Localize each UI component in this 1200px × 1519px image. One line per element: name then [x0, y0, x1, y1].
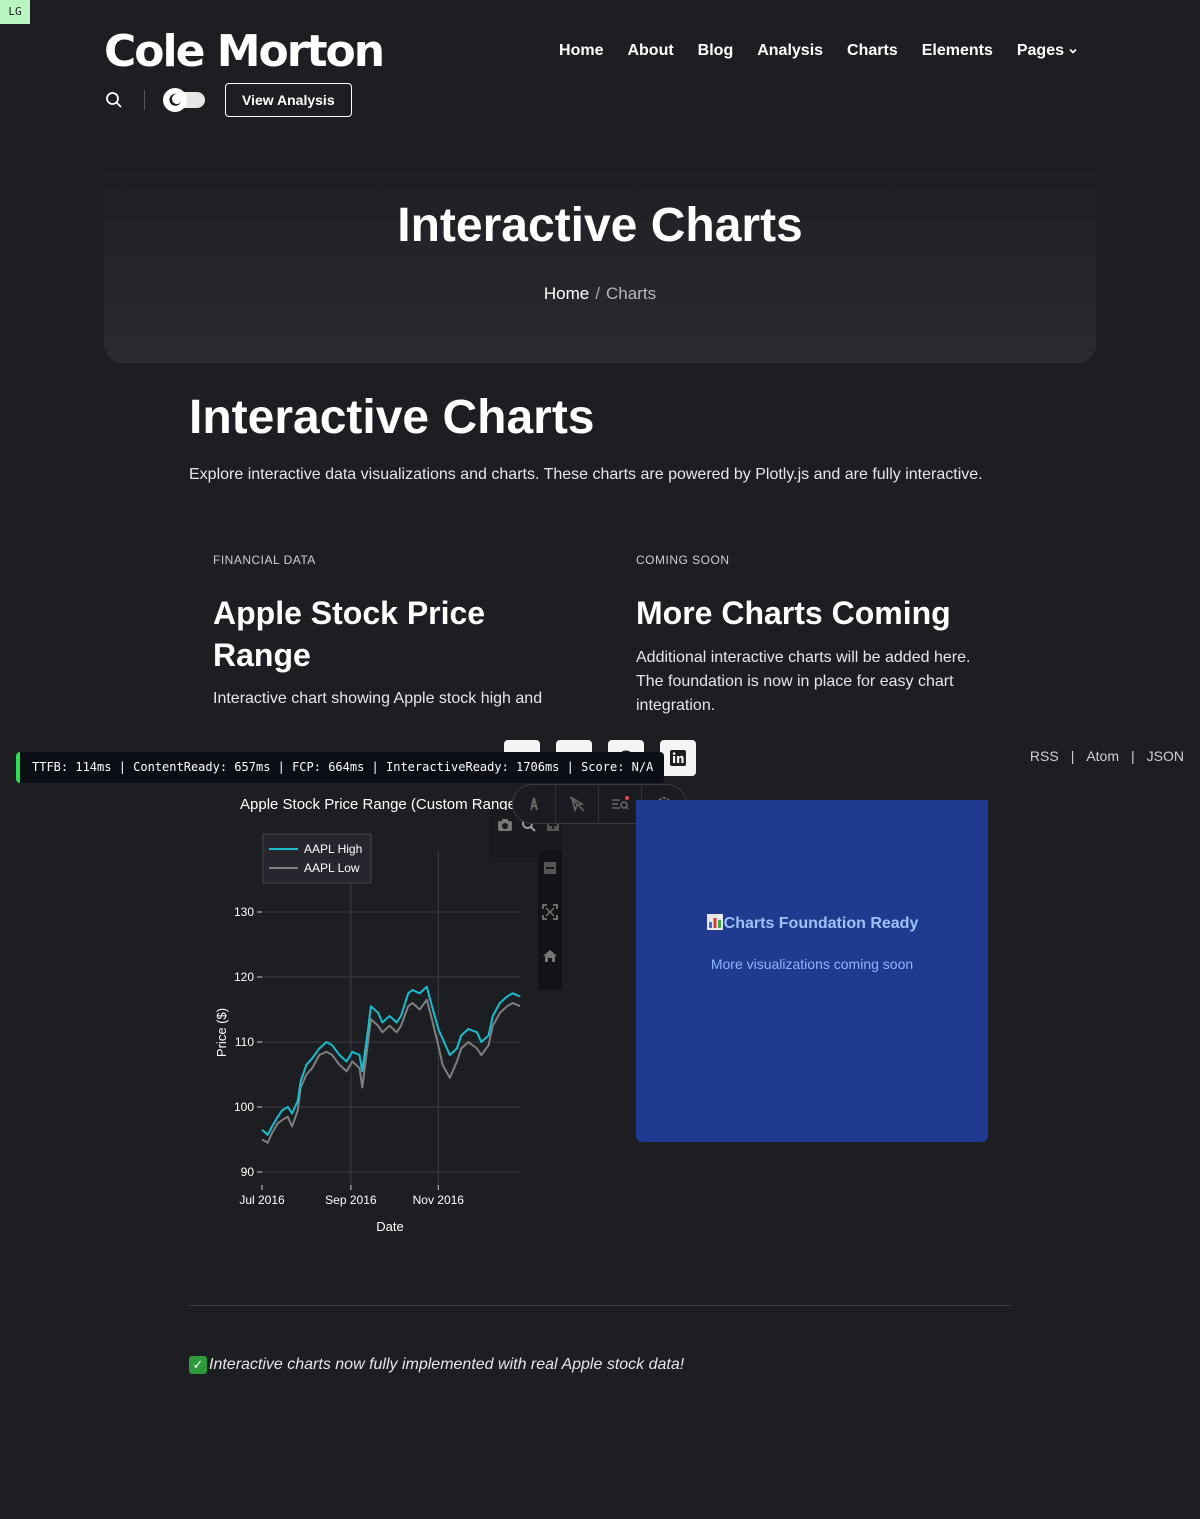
- hero-banner: Interactive Charts Home / Charts: [104, 150, 1096, 363]
- nav-blog[interactable]: Blog: [698, 42, 734, 60]
- search-icon[interactable]: [104, 90, 124, 110]
- x-tick-label: Nov 2016: [413, 1193, 465, 1207]
- site-logo[interactable]: Cole Morton: [104, 26, 385, 77]
- feed-separator: |: [1131, 748, 1135, 764]
- header-tools: View Analysis: [104, 83, 352, 117]
- placeholder-subtitle: More visualizations coming soon: [710, 956, 914, 972]
- legend-entry: AAPL High: [304, 842, 362, 856]
- x-axis-label: Date: [376, 1219, 403, 1234]
- apple-stock-chart[interactable]: Apple Stock Price Range (Custom Range) 90…: [200, 790, 530, 1240]
- inspect-icon[interactable]: [556, 785, 599, 823]
- card-desc-more: Additional interactive charts will be ad…: [636, 649, 971, 714]
- plotly-modebar-vertical: [538, 850, 562, 990]
- card-title-more: More Charts Coming: [636, 595, 951, 631]
- y-tick-label: 100: [234, 1100, 254, 1114]
- linkedin-icon[interactable]: [660, 740, 696, 776]
- main-nav: Home About Blog Analysis Charts Elements…: [559, 42, 1078, 60]
- nav-elements[interactable]: Elements: [922, 42, 993, 60]
- y-tick-label: 110: [235, 1035, 254, 1049]
- card-eyebrow-coming: COMING SOON: [636, 553, 730, 567]
- legend-entry: AAPL Low: [304, 861, 360, 875]
- card-eyebrow-financial: FINANCIAL DATA: [213, 553, 316, 567]
- astro-icon[interactable]: [513, 785, 556, 823]
- card-desc-apple: Interactive chart showing Apple stock hi…: [213, 690, 543, 707]
- bar-chart-icon: [706, 914, 723, 930]
- rss-link[interactable]: RSS: [1030, 748, 1059, 764]
- nav-analysis[interactable]: Analysis: [757, 42, 823, 60]
- feed-separator: |: [1070, 748, 1075, 764]
- zoom-out-icon[interactable]: [541, 859, 559, 877]
- y-tick-label: 90: [241, 1165, 255, 1179]
- footer-note-text: Interactive charts now fully implemented…: [209, 1356, 685, 1373]
- chevron-down-icon: [1069, 48, 1077, 54]
- series-line-low: [261, 998, 521, 1144]
- moon-icon: [163, 88, 187, 112]
- home-icon[interactable]: [541, 947, 559, 965]
- y-tick-label: 130: [234, 905, 254, 919]
- x-tick-label: Jul 2016: [239, 1193, 285, 1207]
- page-title: Interactive Charts: [189, 391, 595, 444]
- performance-metrics-bar: TTFB: 114ms | ContentReady: 657ms | FCP:…: [16, 752, 664, 783]
- charts-placeholder: Charts Foundation Ready More visualizati…: [636, 800, 988, 1142]
- breadcrumb-current: Charts: [606, 284, 657, 303]
- lg-badge: LG: [0, 0, 30, 24]
- nav-charts[interactable]: Charts: [847, 42, 898, 60]
- breadcrumb: Home / Charts: [104, 284, 1096, 304]
- y-tick-label: 120: [234, 970, 254, 984]
- theme-toggle[interactable]: [163, 88, 205, 112]
- view-analysis-button[interactable]: View Analysis: [225, 83, 352, 117]
- footer-note: ✓ Interactive charts now fully implemente…: [189, 1356, 684, 1374]
- json-link[interactable]: JSON: [1147, 748, 1184, 764]
- nav-home[interactable]: Home: [559, 42, 603, 60]
- atom-link[interactable]: Atom: [1086, 748, 1119, 764]
- placeholder-title: Charts Foundation Ready: [636, 913, 988, 933]
- placeholder-title-text: Charts Foundation Ready: [723, 915, 919, 932]
- section-divider: [189, 1305, 1011, 1306]
- y-axis-label: Price ($): [214, 1008, 229, 1057]
- feed-links: RSS | Atom | JSON: [1030, 748, 1184, 764]
- check-icon: ✓: [189, 1356, 207, 1374]
- series-line-high: [261, 985, 521, 1136]
- camera-icon[interactable]: [496, 816, 514, 834]
- breadcrumb-separator: /: [595, 284, 600, 303]
- breadcrumb-home[interactable]: Home: [544, 284, 589, 303]
- x-tick-label: Sep 2016: [325, 1193, 377, 1207]
- header-divider: [144, 90, 145, 110]
- chart-title: Apple Stock Price Range (Custom Range): [240, 796, 521, 813]
- nav-pages-label: Pages: [1016, 42, 1064, 59]
- nav-pages[interactable]: Pages: [1017, 42, 1078, 60]
- nav-about[interactable]: About: [627, 42, 673, 60]
- page-intro: Explore interactive data visualizations …: [189, 466, 983, 483]
- card-title-apple: Apple Stock Price Range: [213, 595, 486, 673]
- autoscale-icon[interactable]: [541, 903, 559, 921]
- hero-title: Interactive Charts: [397, 199, 803, 252]
